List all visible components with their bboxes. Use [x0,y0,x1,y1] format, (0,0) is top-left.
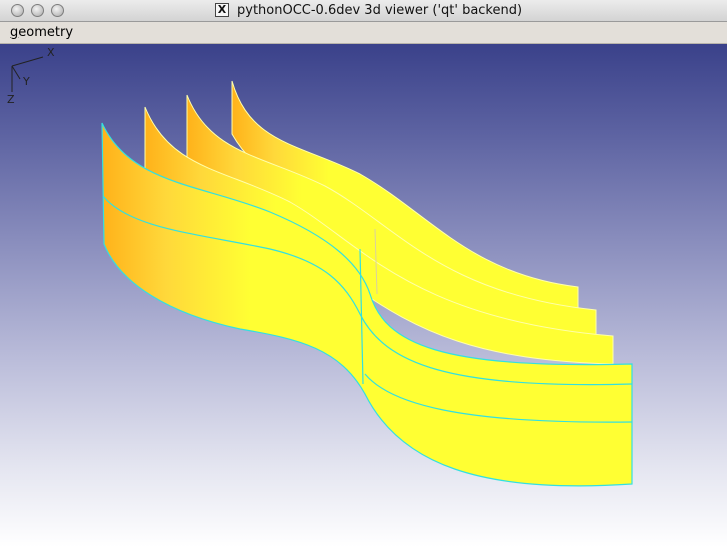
z-axis-label: Z [7,93,15,106]
axis-triad: X Y Z [7,46,55,106]
x-axis-label: X [47,46,55,59]
x11-app-icon: X [215,3,229,17]
zoom-window-button[interactable] [51,4,64,17]
menu-geometry-label: eometry [18,25,74,40]
menu-bar: geometry [0,22,727,44]
x-axis-line [11,56,44,67]
viewer-window: X pythonOCC-0.6dev 3d viewer ('qt' backe… [0,0,727,547]
3d-scene[interactable] [0,44,727,547]
minimize-window-button[interactable] [31,4,44,17]
title-bar[interactable]: X pythonOCC-0.6dev 3d viewer ('qt' backe… [0,0,727,22]
window-title: pythonOCC-0.6dev 3d viewer ('qt' backend… [237,3,523,18]
y-axis-label: Y [22,75,30,88]
y-axis-line [11,65,21,80]
3d-viewport[interactable]: X Y Z [0,44,727,547]
close-window-button[interactable] [11,4,24,17]
menu-geometry[interactable]: geometry [4,24,79,41]
